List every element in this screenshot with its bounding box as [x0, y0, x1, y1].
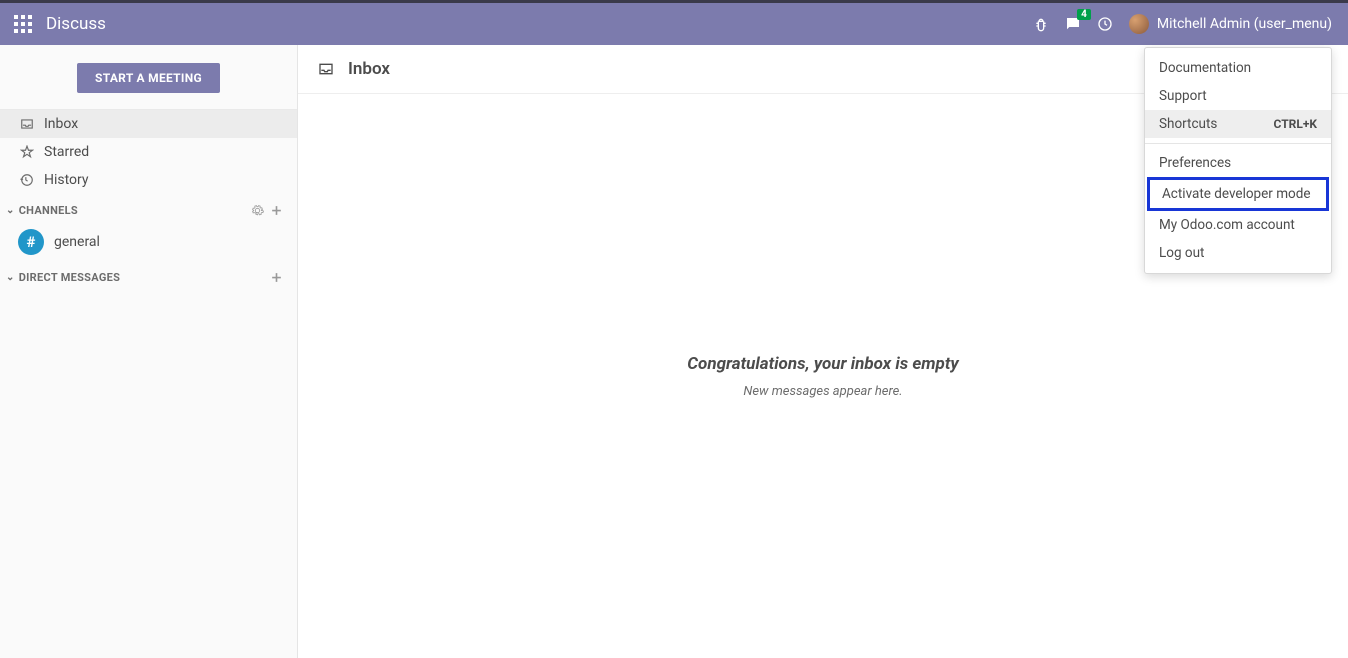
app-title: Discuss: [46, 14, 106, 34]
menu-documentation[interactable]: Documentation: [1145, 54, 1331, 82]
sidebar-item-label: History: [44, 172, 89, 188]
sidebar-item-history[interactable]: History: [0, 166, 297, 194]
chat-icon[interactable]: 4: [1057, 3, 1089, 45]
star-icon: [20, 145, 34, 159]
start-meeting-button[interactable]: START A MEETING: [77, 63, 220, 93]
sidebar-item-inbox[interactable]: Inbox: [0, 110, 297, 138]
topbar: Discuss 4 Mitchell Admin (user_menu) Doc…: [0, 3, 1348, 45]
menu-shortcuts[interactable]: Shortcuts CTRL+K: [1145, 110, 1331, 138]
channel-general[interactable]: # general: [0, 223, 297, 261]
user-name: Mitchell Admin (user_menu): [1157, 16, 1332, 32]
sidebar: START A MEETING Inbox Starred History ⌄ …: [0, 45, 298, 658]
channels-header[interactable]: ⌄ CHANNELS: [0, 194, 297, 223]
menu-developer-mode[interactable]: Activate developer mode: [1150, 180, 1326, 208]
sidebar-item-starred[interactable]: Starred: [0, 138, 297, 166]
sidebar-item-label: Starred: [44, 144, 89, 160]
menu-odoo-account[interactable]: My Odoo.com account: [1145, 211, 1331, 239]
inbox-icon: [318, 61, 334, 77]
empty-title: Congratulations, your inbox is empty: [687, 354, 958, 374]
clock-icon[interactable]: [1089, 3, 1121, 45]
user-menu-toggle[interactable]: Mitchell Admin (user_menu): [1121, 3, 1340, 45]
empty-subtitle: New messages appear here.: [743, 384, 902, 399]
shortcut-key: CTRL+K: [1274, 117, 1317, 131]
plus-icon[interactable]: [270, 204, 283, 217]
dm-header[interactable]: ⌄ DIRECT MESSAGES: [0, 261, 297, 290]
caret-down-icon: ⌄: [6, 272, 15, 283]
menu-support[interactable]: Support: [1145, 82, 1331, 110]
inbox-icon: [20, 117, 34, 131]
caret-down-icon: ⌄: [6, 205, 15, 216]
plus-icon[interactable]: [270, 271, 283, 284]
user-dropdown: Documentation Support Shortcuts CTRL+K P…: [1144, 47, 1332, 274]
page-title: Inbox: [348, 59, 390, 79]
bug-icon[interactable]: [1025, 3, 1057, 45]
gear-icon[interactable]: [251, 204, 264, 217]
history-icon: [20, 173, 34, 187]
dropdown-divider: [1145, 143, 1331, 144]
channel-label: general: [54, 234, 100, 250]
meeting-section: START A MEETING: [0, 45, 297, 110]
menu-preferences[interactable]: Preferences: [1145, 149, 1331, 177]
highlighted-item: Activate developer mode: [1147, 177, 1329, 211]
apps-menu-icon[interactable]: [14, 15, 32, 33]
hash-icon: #: [18, 229, 44, 255]
avatar: [1129, 14, 1149, 34]
menu-logout[interactable]: Log out: [1145, 239, 1331, 267]
sidebar-item-label: Inbox: [44, 116, 78, 132]
